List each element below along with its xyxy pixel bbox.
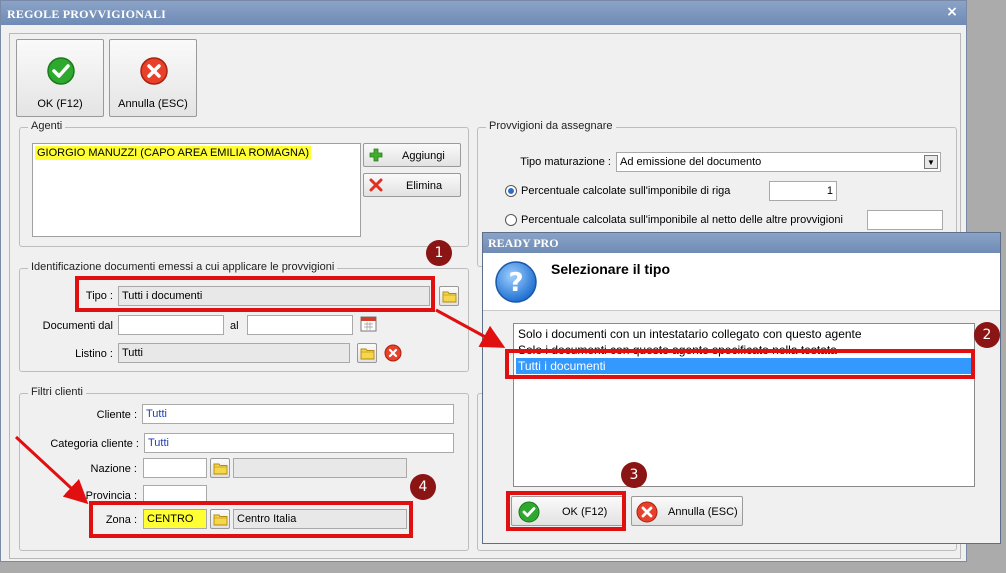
arrow-to-zona <box>14 435 89 505</box>
annotation-arrows <box>14 308 506 505</box>
arrow-to-dialog <box>435 308 506 348</box>
